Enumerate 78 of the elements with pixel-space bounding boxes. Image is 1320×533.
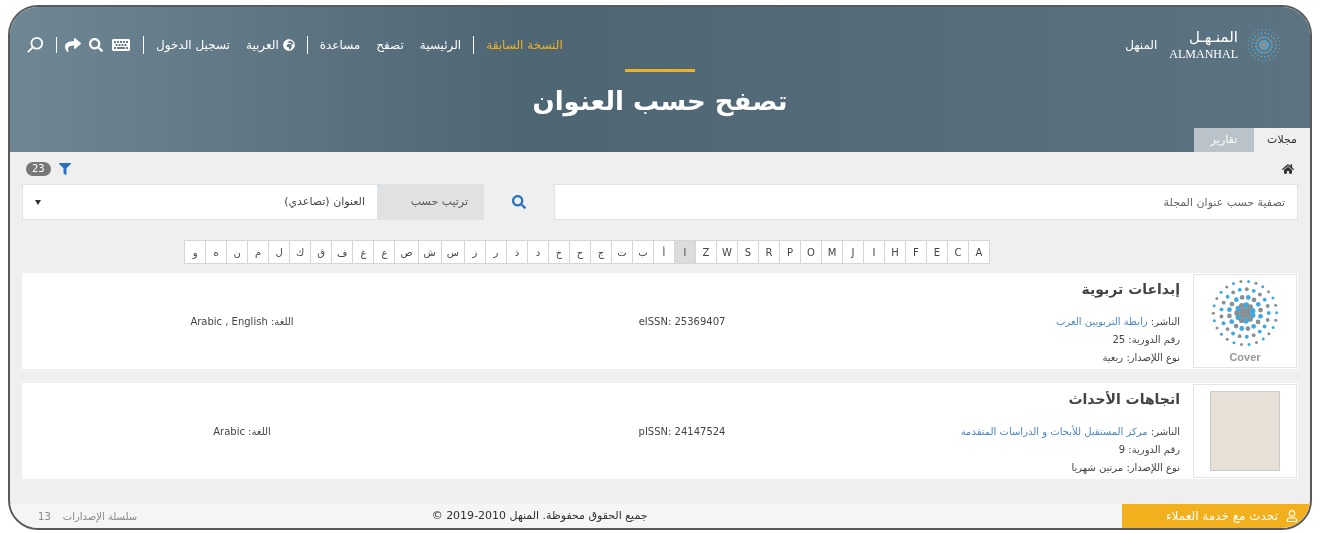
letter-filter[interactable]: ز bbox=[463, 240, 486, 264]
letter-filter[interactable]: ن bbox=[226, 240, 249, 264]
letter-filter[interactable]: C bbox=[946, 240, 969, 264]
share-icon[interactable] bbox=[65, 37, 81, 53]
journal-title[interactable]: اتجاهات الأحداث bbox=[1068, 389, 1180, 410]
keyboard-icon[interactable] bbox=[111, 37, 131, 53]
issn-text: pISSN: 24147524 bbox=[638, 424, 726, 439]
sort-select[interactable]: العنوان (تصاعدي) bbox=[22, 184, 378, 220]
globe-icon bbox=[282, 39, 295, 51]
letter-filter[interactable]: س bbox=[440, 240, 465, 264]
letter-filter[interactable]: I bbox=[862, 240, 885, 264]
nav-link[interactable]: تصفح bbox=[376, 36, 404, 54]
letter-filter[interactable]: ب bbox=[631, 240, 654, 264]
home-icon[interactable] bbox=[1282, 163, 1294, 175]
letter-filter[interactable]: م bbox=[247, 240, 270, 264]
letter-filter[interactable]: خ bbox=[547, 240, 570, 264]
site-name: المنهل bbox=[1125, 37, 1158, 54]
letter-filter[interactable]: ج bbox=[589, 240, 612, 264]
letter-filter[interactable]: P bbox=[778, 240, 801, 264]
issn-text: eISSN: 25369407 bbox=[638, 314, 726, 329]
search-field[interactable]: تصفية حسب عنوان المجلة bbox=[554, 184, 1298, 220]
nav-link[interactable]: مساعدة bbox=[319, 36, 361, 54]
letter-filter[interactable]: S bbox=[736, 240, 759, 264]
letter-filter[interactable]: ع bbox=[373, 240, 396, 264]
type-line: نوع اللإصدار: مرتين شهريا bbox=[1071, 461, 1180, 475]
user-icon bbox=[1286, 510, 1298, 522]
publisher-line: الناشر: رابطة التربويين العرب bbox=[1056, 315, 1180, 329]
series-label: سلسلة الإصدارات bbox=[62, 509, 138, 524]
letter-filter[interactable]: ق bbox=[310, 240, 333, 264]
letter-filter[interactable]: E bbox=[925, 240, 948, 264]
search-icon[interactable] bbox=[89, 38, 103, 52]
letter-filter[interactable]: ص bbox=[394, 240, 419, 264]
letter-filter[interactable]: د bbox=[526, 240, 549, 264]
letter-filter[interactable]: J bbox=[841, 240, 864, 264]
search-icon[interactable] bbox=[512, 195, 526, 209]
letter-filter[interactable]: ف bbox=[331, 240, 354, 264]
sort-label: ترتيب حسب bbox=[378, 184, 484, 220]
letter-filter[interactable]: ر bbox=[484, 240, 507, 264]
letter-filter[interactable]: ت bbox=[610, 240, 633, 264]
series-count: 13 bbox=[38, 509, 51, 524]
letter-filter[interactable]: H bbox=[883, 240, 906, 264]
letter-filter[interactable]: ش bbox=[417, 240, 442, 264]
letter-filter[interactable]: W bbox=[715, 240, 738, 264]
cover-caption: Cover bbox=[1229, 349, 1261, 365]
logo-latin-text: ALMANHAL bbox=[1169, 46, 1238, 62]
result-count-badge: 23 bbox=[26, 162, 51, 176]
language-link[interactable]: العربية bbox=[245, 36, 295, 54]
copyright-text: جميع الحقوق محفوظة. المنهل 2010-2019 © bbox=[431, 507, 648, 524]
type-line: نوع اللإصدار: ربعية bbox=[1102, 351, 1180, 365]
letter-filter[interactable]: R bbox=[757, 240, 780, 264]
letter-filter[interactable]: و bbox=[184, 240, 207, 264]
nav-link[interactable]: تسجيل الدخول bbox=[156, 36, 230, 54]
letter-filter[interactable]: غ bbox=[352, 240, 375, 264]
tab[interactable]: مجلات bbox=[1254, 128, 1310, 152]
letter-filter[interactable]: ك bbox=[289, 240, 312, 264]
journal-title[interactable]: إبداعات تربوية bbox=[1081, 279, 1180, 300]
search-icon[interactable] bbox=[26, 36, 44, 54]
letter-filter[interactable]: ا bbox=[673, 240, 696, 264]
letter-filter[interactable]: O bbox=[799, 240, 822, 264]
caret-icon bbox=[35, 199, 41, 205]
letter-filter[interactable]: أ bbox=[652, 240, 675, 264]
logo-icon bbox=[1246, 27, 1282, 63]
letter-filter[interactable]: A bbox=[967, 240, 990, 264]
letter-filter[interactable]: ذ bbox=[505, 240, 528, 264]
nav-link[interactable]: الرئيسية bbox=[419, 36, 462, 54]
filter-icon[interactable] bbox=[58, 163, 71, 175]
letter-filter[interactable]: M bbox=[820, 240, 843, 264]
publisher-link[interactable]: مركز المستقبل للأبحاث و الدراسات المتقدمة bbox=[960, 426, 1148, 437]
letter-filter[interactable]: ه bbox=[205, 240, 228, 264]
letter-filter[interactable]: ح bbox=[568, 240, 591, 264]
letter-filter[interactable]: Z bbox=[694, 240, 717, 264]
letter-filter[interactable]: ل bbox=[268, 240, 291, 264]
page-title: تصفح حسب العنوان bbox=[532, 85, 788, 119]
publisher-line: الناشر: مركز المستقبل للأبحاث و الدراسات المتقدمة bbox=[960, 424, 1180, 439]
letter-filter[interactable]: F bbox=[904, 240, 927, 264]
publisher-link[interactable]: رابطة التربويين العرب bbox=[1056, 316, 1148, 327]
title-underline bbox=[625, 69, 695, 72]
logo-arabic-text: المنـهـل bbox=[1189, 28, 1238, 47]
